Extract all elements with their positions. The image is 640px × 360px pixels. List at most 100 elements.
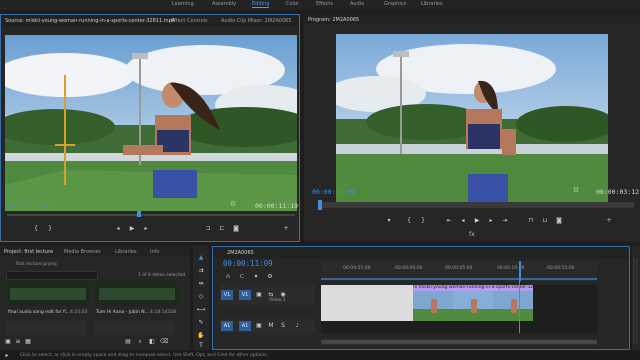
- lock-icon[interactable]: ▣: [255, 322, 263, 329]
- workspace-color[interactable]: Color: [286, 1, 299, 7]
- wrench-icon[interactable]: ⚙: [265, 273, 275, 280]
- lift-icon[interactable]: ⊓: [526, 217, 536, 224]
- go-to-out-icon[interactable]: ⇥: [500, 217, 510, 224]
- step-back-icon[interactable]: ◂: [458, 217, 468, 224]
- snap-icon[interactable]: ∩: [223, 273, 233, 280]
- new-bin-icon[interactable]: ▤: [124, 338, 132, 345]
- tab-project[interactable]: Project: first lecture: [4, 249, 53, 255]
- source-video-frame[interactable]: [5, 35, 297, 211]
- timeline-playhead-line[interactable]: [519, 281, 520, 333]
- tab-sequence[interactable]: 2M2A0065: [227, 250, 254, 256]
- source-monitor-panel: Source: miskii-young-woman-running-in-a-…: [0, 14, 300, 242]
- project-item-audio-2[interactable]: [95, 321, 175, 335]
- go-to-in-icon[interactable]: ⇤: [444, 217, 454, 224]
- empty-video-gap[interactable]: [321, 285, 413, 321]
- workspace-graphics[interactable]: Graphics: [384, 1, 406, 7]
- workspace-editing[interactable]: Editing: [252, 1, 270, 8]
- wrench-icon[interactable]: ⚙: [229, 200, 237, 208]
- search-icon[interactable]: ⌕: [136, 338, 144, 346]
- overwrite-icon[interactable]: ⊏: [217, 225, 227, 232]
- timeline-horizontal-scrollbar[interactable]: [321, 339, 597, 345]
- program-current-timecode[interactable]: 00:00:11:09: [312, 188, 355, 196]
- linked-selection-icon[interactable]: ⊂: [237, 273, 247, 280]
- selection-tool-icon[interactable]: ▲: [196, 254, 206, 261]
- workspace-audio[interactable]: Audio: [350, 1, 364, 7]
- camera-icon[interactable]: ◙: [554, 217, 564, 224]
- tab-effect-controls[interactable]: Effect Controls: [171, 18, 208, 24]
- mark-out-icon[interactable]: }: [418, 217, 428, 224]
- program-transport-controls: ▾ { } ⇤ ◂ ▶ ▸ ⇥ ⊓ ⊔ ◙ +: [384, 217, 624, 227]
- type-tool-icon[interactable]: T: [196, 342, 206, 349]
- program-playhead[interactable]: [318, 200, 322, 210]
- list-view-icon[interactable]: ≡: [14, 338, 22, 345]
- extract-icon[interactable]: ⊔: [540, 217, 550, 224]
- project-item-name-1[interactable]: final audio song edit for fi...: [8, 310, 70, 315]
- play-icon[interactable]: ▶: [472, 217, 482, 224]
- video-clip[interactable]: fx miskii-young-woman-running-in-a-sport…: [413, 285, 533, 321]
- step-back-icon[interactable]: ◂: [113, 225, 123, 232]
- lock-icon[interactable]: ▣: [4, 338, 12, 345]
- project-item-name-2[interactable]: Tum Hi Aana - Jubin N...: [96, 310, 149, 315]
- timeline-tracks-area[interactable]: fx miskii-young-woman-running-in-a-sport…: [321, 281, 597, 333]
- new-item-icon[interactable]: ◧: [148, 338, 156, 345]
- wrench-icon[interactable]: ⚙: [572, 186, 580, 194]
- track-target-v1[interactable]: V1: [239, 290, 251, 300]
- source-playhead[interactable]: [137, 211, 141, 217]
- pen-tool-icon[interactable]: ✎: [196, 319, 206, 326]
- solo-icon[interactable]: S: [279, 322, 287, 329]
- razor-tool-icon[interactable]: ◇: [196, 293, 206, 300]
- track-source-v1[interactable]: V1: [221, 290, 233, 300]
- track-target-a1[interactable]: A1: [239, 321, 251, 331]
- clip-thumbnails: [413, 291, 533, 321]
- track-source-a1[interactable]: A1: [221, 321, 233, 331]
- timeline-playhead-head[interactable]: [519, 261, 521, 281]
- tab-libraries[interactable]: Libraries: [115, 249, 137, 255]
- program-video-frame[interactable]: [336, 34, 608, 202]
- icon-view-icon[interactable]: ▦: [24, 338, 32, 345]
- timeline-scroll-thumb[interactable]: [321, 340, 597, 344]
- add-button-icon[interactable]: +: [604, 217, 614, 224]
- tab-source[interactable]: Source: miskii-young-woman-running-in-a-…: [5, 18, 175, 24]
- project-search-input[interactable]: [6, 271, 98, 280]
- tab-program[interactable]: Program: 2M2A0065: [308, 17, 359, 23]
- mark-in-icon[interactable]: {: [31, 225, 41, 232]
- project-item-thumb-2[interactable]: [95, 282, 179, 306]
- trash-icon[interactable]: ⌫: [160, 338, 168, 345]
- project-item-audio-1[interactable]: [6, 321, 86, 335]
- tab-info[interactable]: Info: [150, 249, 159, 255]
- project-tab-row: Project: first lecture Media Browser Lib…: [0, 246, 190, 257]
- timeline-ruler[interactable]: 00:04:55:00 00:00:00:00 00:00:05:00 00:0…: [321, 261, 597, 281]
- insert-icon[interactable]: ⊐: [203, 225, 213, 232]
- eye-icon[interactable]: ◉: [279, 291, 287, 298]
- workspace-effects[interactable]: Effects: [316, 1, 333, 7]
- step-forward-icon[interactable]: ▸: [141, 225, 151, 232]
- marker-icon[interactable]: ▾: [384, 217, 394, 224]
- add-button-icon[interactable]: +: [281, 225, 291, 232]
- add-marker-icon[interactable]: ▾: [251, 273, 261, 280]
- lock-icon[interactable]: ▣: [255, 291, 263, 298]
- play-icon[interactable]: ▶: [127, 225, 137, 232]
- workspace-libraries[interactable]: Libraries: [421, 1, 443, 7]
- tab-audio-clip-mixer[interactable]: Audio Clip Mixer: 2M2A0065: [221, 18, 291, 24]
- mark-in-icon[interactable]: {: [404, 217, 414, 224]
- timeline-timecode[interactable]: 00:00:11:09: [223, 259, 273, 268]
- source-current-timecode[interactable]: 00:00:05:13: [7, 202, 50, 210]
- slip-tool-icon[interactable]: ⟷: [196, 306, 206, 313]
- program-zoom-bar[interactable]: [318, 202, 634, 208]
- tab-media-browser[interactable]: Media Browser: [64, 249, 101, 255]
- track-select-tool-icon[interactable]: ⇉: [196, 267, 206, 274]
- source-scrub-bar[interactable]: [7, 214, 295, 216]
- hand-tool-icon[interactable]: ✋: [196, 332, 206, 339]
- mark-out-icon[interactable]: }: [45, 225, 55, 232]
- camera-icon[interactable]: ◙: [231, 225, 241, 232]
- microphone-icon[interactable]: ♩: [293, 322, 301, 329]
- workspace-assembly[interactable]: Assembly: [212, 1, 236, 7]
- ripple-edit-tool-icon[interactable]: ⇹: [196, 280, 206, 287]
- step-forward-icon[interactable]: ▸: [486, 217, 496, 224]
- mute-icon[interactable]: M: [267, 322, 275, 329]
- fx-icon[interactable]: fx: [469, 231, 475, 238]
- project-item-thumb-1[interactable]: [6, 282, 90, 306]
- sync-lock-icon[interactable]: ⇆: [267, 291, 275, 298]
- workspace-learning[interactable]: Learning: [172, 1, 194, 7]
- work-area-bar[interactable]: [321, 278, 597, 280]
